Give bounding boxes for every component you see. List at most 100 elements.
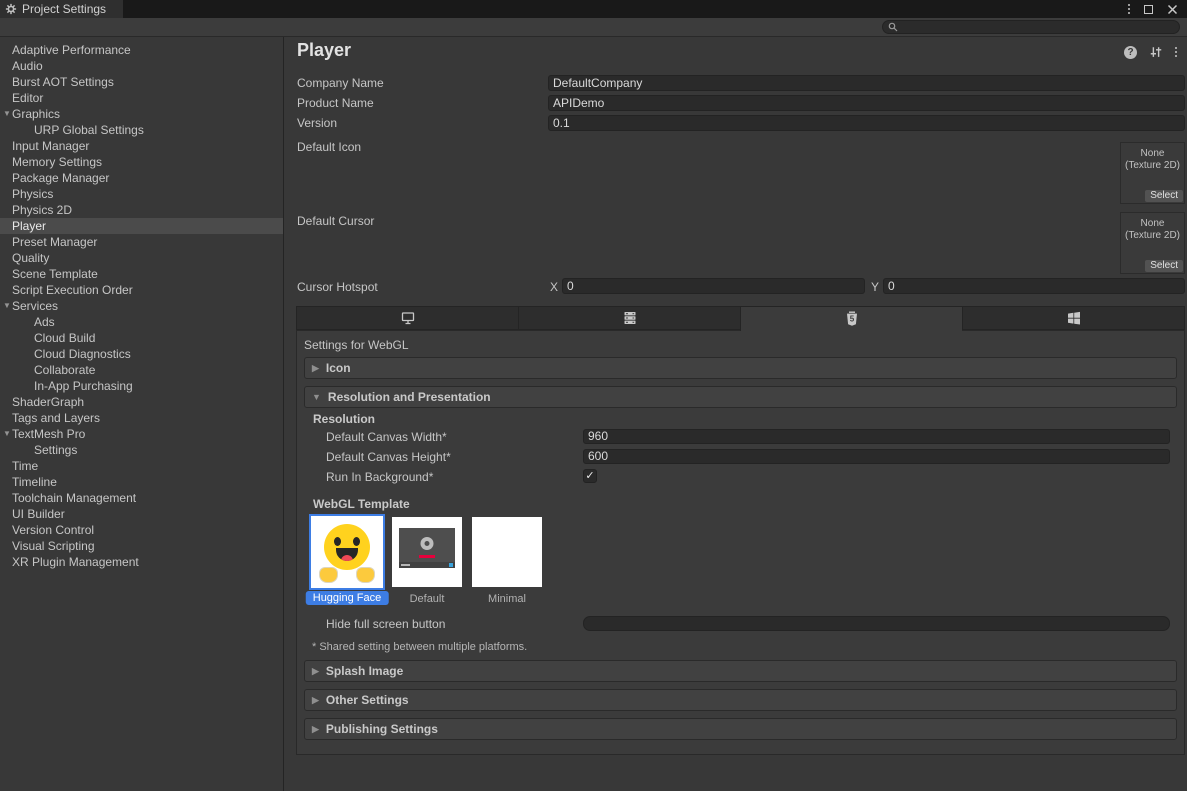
sidebar-item-label: Time: [0, 459, 38, 473]
hide-fullscreen-field[interactable]: [583, 616, 1170, 631]
window-tab-project-settings[interactable]: Project Settings: [0, 0, 123, 18]
chevron-down-icon[interactable]: ▼: [3, 430, 11, 438]
sidebar-item-tags-and-layers[interactable]: Tags and Layers: [0, 410, 283, 426]
default-cursor-select-button[interactable]: Select: [1145, 260, 1183, 272]
chevron-right-icon[interactable]: ▶: [312, 695, 319, 706]
webgl-template-thumb-default[interactable]: [392, 517, 462, 587]
header-menu-icon[interactable]: [1175, 47, 1177, 57]
sidebar-item-burst-aot-settings[interactable]: Burst AOT Settings: [0, 74, 283, 90]
cursor-hotspot-y-field[interactable]: 0: [883, 278, 1185, 294]
canvas-height-field[interactable]: 600: [583, 449, 1170, 464]
version-field[interactable]: 0.1: [548, 115, 1185, 131]
chevron-right-icon[interactable]: ▶: [312, 724, 319, 735]
platform-tab-bar: 5: [296, 306, 1185, 330]
canvas-width-field[interactable]: 960: [583, 429, 1170, 444]
sidebar-item-label: TextMesh Pro: [0, 427, 85, 441]
chevron-down-icon[interactable]: ▼: [3, 110, 11, 118]
close-icon[interactable]: [1167, 4, 1178, 15]
sidebar-item-cloud-build[interactable]: Cloud Build: [0, 330, 283, 346]
chevron-right-icon[interactable]: ▶: [312, 363, 319, 374]
cursor-hotspot-x-field[interactable]: 0: [562, 278, 865, 294]
tab-standalone[interactable]: [296, 306, 518, 330]
sidebar-item-textmesh-pro[interactable]: ▼TextMesh Pro: [0, 426, 283, 442]
webgl-template-thumb-minimal[interactable]: [472, 517, 542, 587]
search-field[interactable]: [882, 20, 1180, 34]
gear-icon: [5, 3, 17, 15]
default-cursor-well-line1: None: [1121, 218, 1184, 230]
sidebar-item-visual-scripting[interactable]: Visual Scripting: [0, 538, 283, 554]
section-splash-image[interactable]: ▶ Splash Image: [304, 660, 1177, 682]
sidebar-item-services[interactable]: ▼Services: [0, 298, 283, 314]
webgl-template-label-default[interactable]: Default: [410, 593, 445, 605]
sidebar-item-shadergraph[interactable]: ShaderGraph: [0, 394, 283, 410]
sidebar-item-label: Ads: [0, 315, 55, 329]
sidebar-item-collaborate[interactable]: Collaborate: [0, 362, 283, 378]
default-icon-well-line1: None: [1121, 148, 1184, 160]
section-resolution-and-presentation[interactable]: ▼ Resolution and Presentation: [304, 386, 1177, 408]
sidebar-item-graphics[interactable]: ▼Graphics: [0, 106, 283, 122]
sidebar-item-settings[interactable]: Settings: [0, 442, 283, 458]
default-icon-select-button[interactable]: Select: [1145, 190, 1183, 202]
sidebar-item-in-app-purchasing[interactable]: In-App Purchasing: [0, 378, 283, 394]
sidebar-item-label: Collaborate: [0, 363, 95, 377]
sidebar-item-label: Quality: [0, 251, 49, 265]
hide-fullscreen-label: Hide full screen button: [326, 616, 445, 632]
webgl-template-label-hugging-face[interactable]: Hugging Face: [306, 591, 389, 605]
sidebar-item-physics[interactable]: Physics: [0, 186, 283, 202]
default-icon-well[interactable]: None (Texture 2D) Select: [1120, 142, 1185, 204]
preset-icon[interactable]: [1149, 45, 1163, 59]
sidebar-item-timeline[interactable]: Timeline: [0, 474, 283, 490]
run-in-background-checkbox[interactable]: ✓: [583, 469, 597, 483]
sidebar-item-audio[interactable]: Audio: [0, 58, 283, 74]
sidebar-item-cloud-diagnostics[interactable]: Cloud Diagnostics: [0, 346, 283, 362]
sidebar-item-preset-manager[interactable]: Preset Manager: [0, 234, 283, 250]
sidebar-item-label: Scene Template: [0, 267, 98, 281]
help-icon[interactable]: ?: [1124, 46, 1137, 59]
sidebar-item-ads[interactable]: Ads: [0, 314, 283, 330]
chevron-down-icon[interactable]: ▼: [312, 392, 321, 402]
chevron-right-icon[interactable]: ▶: [312, 666, 319, 677]
sidebar-item-editor[interactable]: Editor: [0, 90, 283, 106]
sidebar-item-urp-global-settings[interactable]: URP Global Settings: [0, 122, 283, 138]
search-input[interactable]: [901, 21, 1171, 33]
sidebar-item-adaptive-performance[interactable]: Adaptive Performance: [0, 42, 283, 58]
windows-icon: [1066, 310, 1082, 326]
section-icon[interactable]: ▶ Icon: [304, 357, 1177, 379]
window-menu-icon[interactable]: [1128, 4, 1130, 14]
tab-dedicated-server[interactable]: [518, 306, 740, 330]
sidebar-item-label: Timeline: [0, 475, 57, 489]
sidebar-item-label: Physics 2D: [0, 203, 72, 217]
tab-windows-store[interactable]: [962, 306, 1185, 330]
sidebar-item-memory-settings[interactable]: Memory Settings: [0, 154, 283, 170]
default-template-art: [399, 528, 455, 568]
chevron-down-icon[interactable]: ▼: [3, 302, 11, 310]
sidebar-item-quality[interactable]: Quality: [0, 250, 283, 266]
default-icon-label: Default Icon: [297, 139, 361, 155]
sidebar-item-time[interactable]: Time: [0, 458, 283, 474]
sidebar-item-scene-template[interactable]: Scene Template: [0, 266, 283, 282]
company-name-field[interactable]: DefaultCompany: [548, 75, 1185, 91]
sidebar-item-physics-2d[interactable]: Physics 2D: [0, 202, 283, 218]
sidebar-item-version-control[interactable]: Version Control: [0, 522, 283, 538]
sidebar-item-xr-plugin-management[interactable]: XR Plugin Management: [0, 554, 283, 570]
sidebar-item-label: Burst AOT Settings: [0, 75, 114, 89]
sidebar-item-label: In-App Purchasing: [0, 379, 133, 393]
section-publishing-settings[interactable]: ▶ Publishing Settings: [304, 718, 1177, 740]
sidebar-item-package-manager[interactable]: Package Manager: [0, 170, 283, 186]
section-other-settings[interactable]: ▶ Other Settings: [304, 689, 1177, 711]
checkmark-icon: ✓: [585, 470, 594, 482]
webgl-template-thumb-hugging-face[interactable]: [312, 517, 382, 587]
maximize-icon[interactable]: [1144, 5, 1153, 14]
sidebar-item-input-manager[interactable]: Input Manager: [0, 138, 283, 154]
tab-webgl[interactable]: 5: [740, 306, 962, 331]
default-cursor-well-line2: (Texture 2D): [1121, 230, 1184, 242]
default-cursor-well[interactable]: None (Texture 2D) Select: [1120, 212, 1185, 274]
sidebar-item-ui-builder[interactable]: UI Builder: [0, 506, 283, 522]
product-name-field[interactable]: APIDemo: [548, 95, 1185, 111]
sidebar-item-label: Tags and Layers: [0, 411, 100, 425]
webgl-template-label-minimal[interactable]: Minimal: [488, 593, 526, 605]
sidebar-item-toolchain-management[interactable]: Toolchain Management: [0, 490, 283, 506]
sidebar-item-script-execution-order[interactable]: Script Execution Order: [0, 282, 283, 298]
cursor-hotspot-y-label: Y: [871, 279, 879, 295]
sidebar-item-player[interactable]: Player: [0, 218, 283, 234]
